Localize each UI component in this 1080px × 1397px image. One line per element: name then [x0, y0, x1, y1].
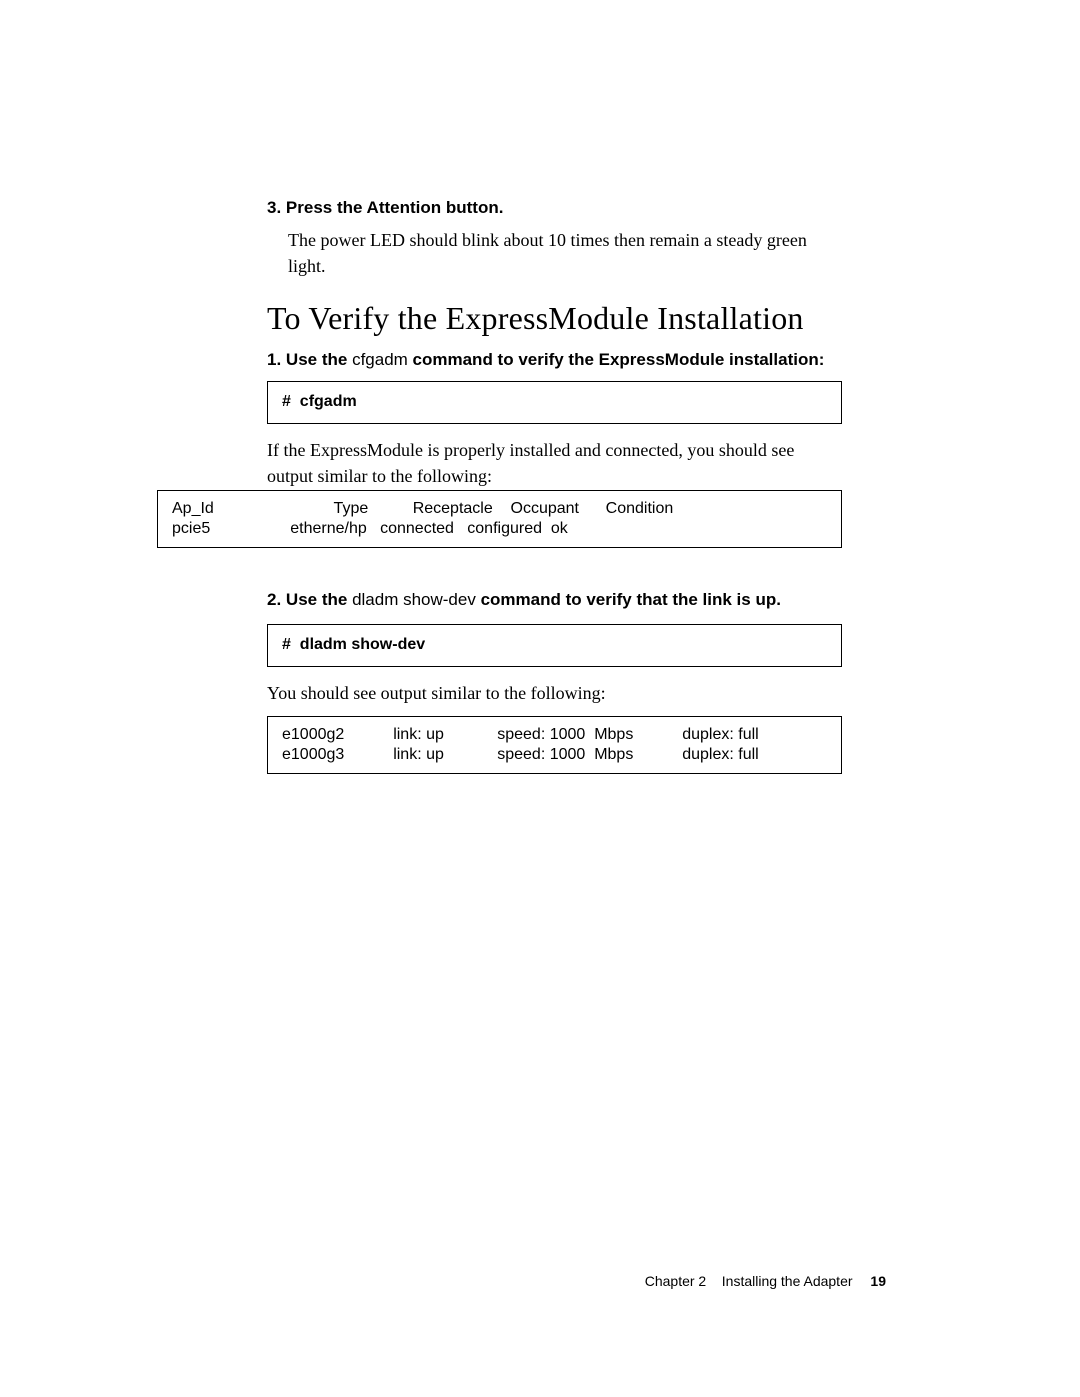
output-2-wrap: e1000g2 link: up speed: 1000 Mbps duplex…	[267, 716, 842, 774]
verify-step-1-line: 1. Use the cfgadm command to verify the …	[267, 348, 842, 373]
codebox-1-wrap: # cfgadm	[267, 381, 842, 424]
verify-step-1: 1. Use the cfgadm command to verify the …	[267, 348, 842, 379]
step-3-number: 3.	[267, 198, 281, 217]
verify-step-1-followup-wrap: If the ExpressModule is properly install…	[267, 437, 842, 493]
verify-step-1-suffix: command to verify the ExpressModule inst…	[408, 350, 825, 369]
footer-chapter: Chapter 2	[645, 1273, 706, 1289]
codebox-1: # cfgadm	[267, 381, 842, 424]
section-heading: To Verify the ExpressModule Installation	[267, 300, 842, 337]
footer-title: Installing the Adapter	[722, 1273, 853, 1289]
output-2-row2: e1000g3 link: up speed: 1000 Mbps duplex…	[282, 746, 759, 763]
codebox-2-wrap: # dladm show-dev	[267, 624, 842, 667]
verify-step-1-cmd: cfgadm	[352, 350, 408, 369]
page: 3. Press the Attention button. The power…	[0, 0, 1080, 1397]
output-2-row1: e1000g2 link: up speed: 1000 Mbps duplex…	[282, 726, 759, 743]
output-1-wrap: Ap_Id Type Receptacle Occupant Condition…	[157, 490, 842, 548]
verify-step-2-suffix: command to verify that the link is up.	[476, 590, 781, 609]
step-3-line: 3. Press the Attention button.	[267, 196, 842, 221]
verify-step-2: 2. Use the dladm show-dev command to ver…	[267, 588, 842, 619]
codebox-2-text: # dladm show-dev	[282, 636, 425, 653]
codebox-1-text: # cfgadm	[282, 393, 357, 410]
verify-step-2-followup: You should see output similar to the fol…	[267, 680, 842, 706]
verify-step-2-number: 2.	[267, 590, 281, 609]
step-3-desc: The power LED should blink about 10 time…	[288, 227, 842, 279]
verify-step-1-prefix: Use the	[286, 350, 352, 369]
verify-step-2-prefix: Use the	[286, 590, 352, 609]
step-3-text: Press the Attention button.	[286, 198, 504, 217]
footer-page: 19	[870, 1273, 886, 1289]
output-1-header: Ap_Id Type Receptacle Occupant Condition	[172, 500, 673, 517]
page-footer: Chapter 2 Installing the Adapter 19	[645, 1273, 886, 1289]
verify-step-2-followup-wrap: You should see output similar to the fol…	[267, 680, 842, 710]
output-1: Ap_Id Type Receptacle Occupant Condition…	[157, 490, 842, 548]
section-heading-wrap: To Verify the ExpressModule Installation	[267, 300, 842, 337]
verify-step-1-followup: If the ExpressModule is properly install…	[267, 437, 842, 489]
verify-step-2-cmd: dladm show-dev	[352, 590, 476, 609]
step-3-block: 3. Press the Attention button. The power…	[267, 196, 842, 283]
verify-step-2-line: 2. Use the dladm show-dev command to ver…	[267, 588, 842, 613]
output-1-row: pcie5 etherne/hp connected configured ok	[172, 520, 568, 537]
output-2: e1000g2 link: up speed: 1000 Mbps duplex…	[267, 716, 842, 774]
verify-step-1-number: 1.	[267, 350, 281, 369]
codebox-2: # dladm show-dev	[267, 624, 842, 667]
